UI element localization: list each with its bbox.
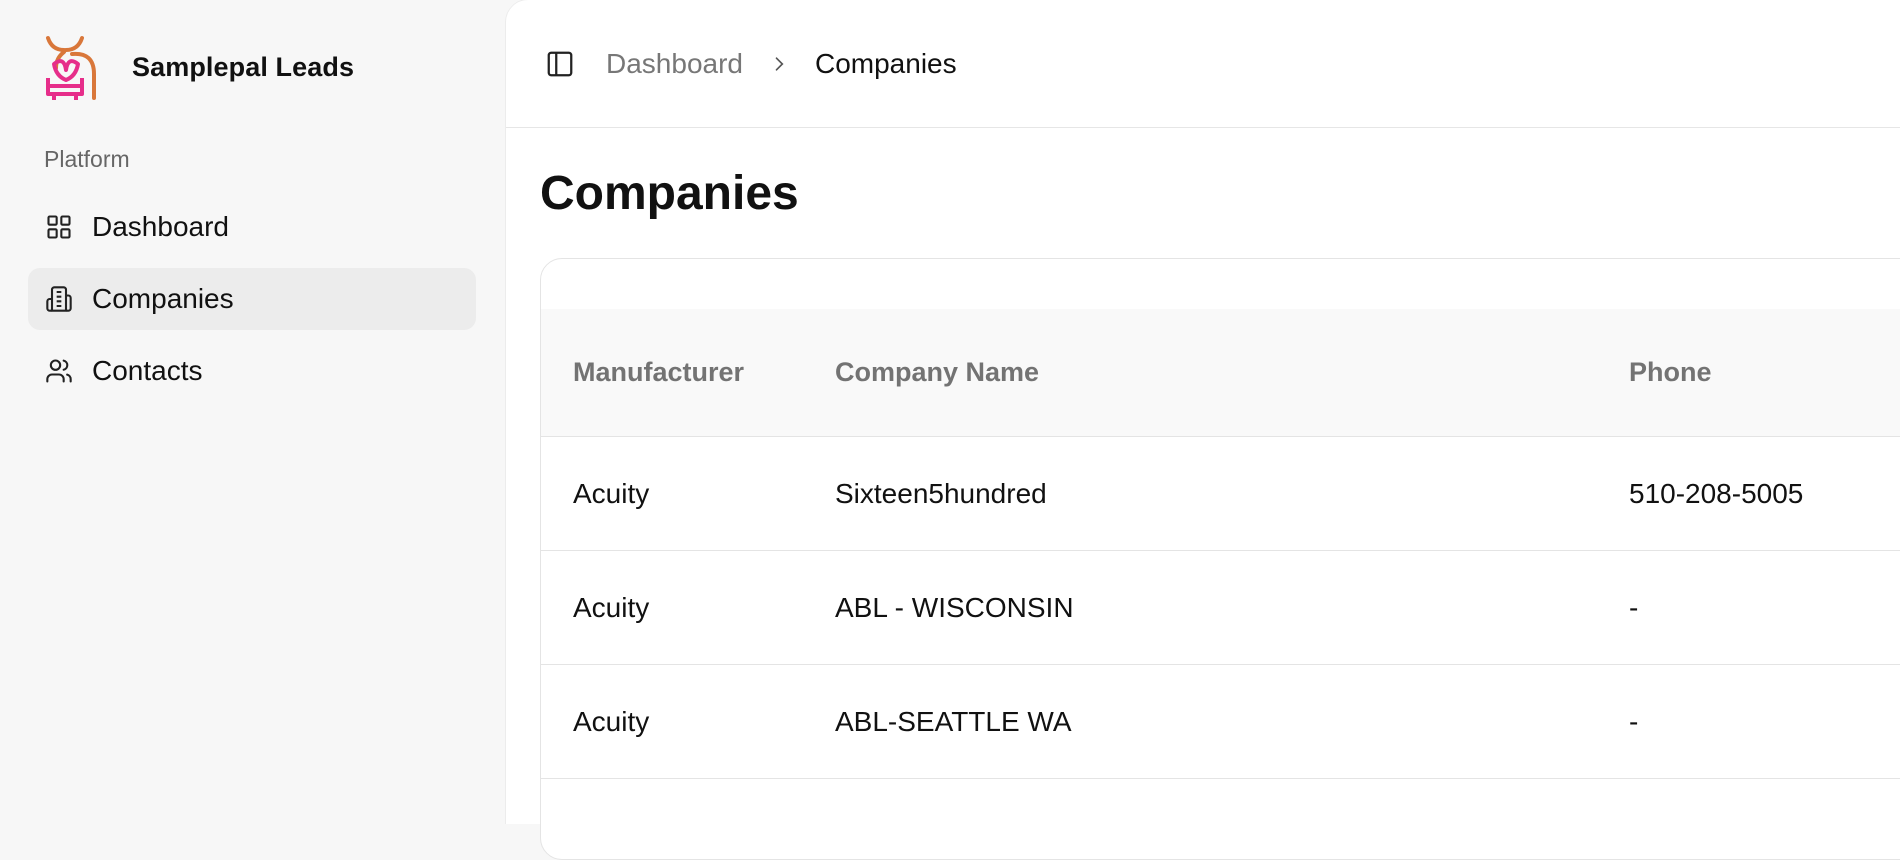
topbar: Dashboard Companies — [506, 0, 1900, 128]
table-row[interactable]: Acuity ABL-SEATTLE WA - — [541, 665, 1900, 779]
sidebar: Samplepal Leads Platform Dashboard Compa… — [0, 0, 506, 824]
main-panel: Dashboard Companies Companies Manufactur… — [506, 0, 1900, 860]
users-icon — [44, 356, 74, 386]
cell-phone: - — [1629, 591, 1639, 623]
building-icon — [44, 284, 74, 314]
cell-phone: 510-208-5005 — [1629, 477, 1804, 509]
grid-icon — [44, 212, 74, 242]
cell-company-name: ABL - WISCONSIN — [835, 591, 1074, 623]
companies-table-card: Manufacturer Company Name Phone Acuity S… — [540, 258, 1900, 860]
sidebar-toggle-icon[interactable] — [544, 48, 576, 80]
samplepal-logo-icon — [46, 36, 96, 100]
cell-manufacturer: Acuity — [573, 705, 650, 737]
sidebar-item-label: Contacts — [92, 355, 203, 386]
page-title: Companies — [540, 167, 799, 220]
brand[interactable]: Samplepal Leads — [42, 32, 354, 102]
sidebar-item-contacts[interactable]: Contacts — [28, 340, 476, 402]
chevron-right-icon — [769, 54, 789, 74]
table-header-row: Manufacturer Company Name Phone — [541, 309, 1900, 437]
breadcrumb-dashboard-link[interactable]: Dashboard — [606, 48, 743, 80]
cell-phone: - — [1629, 705, 1639, 737]
sidebar-item-dashboard[interactable]: Dashboard — [28, 196, 476, 258]
cell-company-name: Sixteen5hundred — [835, 477, 1047, 509]
table-row[interactable]: Acuity ABL - WISCONSIN - — [541, 551, 1900, 665]
column-header-manufacturer[interactable]: Manufacturer — [573, 357, 744, 388]
breadcrumb-current: Companies — [814, 47, 957, 79]
cell-manufacturer: Acuity — [573, 477, 650, 509]
brand-name: Samplepal Leads — [132, 51, 355, 82]
column-header-company-name[interactable]: Company Name — [835, 357, 1039, 388]
column-header-phone[interactable]: Phone — [1629, 357, 1712, 388]
sidebar-nav: Dashboard Companies Contacts — [28, 196, 476, 412]
companies-table: Manufacturer Company Name Phone Acuity S… — [541, 309, 1900, 779]
sidebar-item-companies[interactable]: Companies — [28, 268, 476, 330]
sidebar-item-label: Companies — [92, 283, 234, 314]
cell-manufacturer: Acuity — [573, 591, 650, 623]
table-row[interactable]: Acuity Sixteen5hundred 510-208-5005 — [541, 437, 1900, 551]
sidebar-section-label: Platform — [44, 146, 130, 172]
breadcrumb: Dashboard Companies — [606, 48, 957, 80]
cell-company-name: ABL-SEATTLE WA — [835, 705, 1072, 737]
sidebar-item-label: Dashboard — [92, 211, 229, 242]
